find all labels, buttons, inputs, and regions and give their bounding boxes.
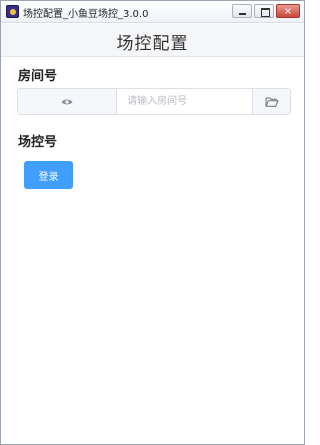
toggle-visibility-button[interactable] <box>18 89 118 114</box>
maximize-icon <box>255 5 273 17</box>
close-icon: × <box>283 6 293 17</box>
app-window: 场控配置_小鱼豆场控_3.0.0 × 场控配置 房间号 请输入房间号 场控号 登… <box>0 0 305 445</box>
room-number-input[interactable] <box>117 89 253 114</box>
close-button[interactable]: × <box>276 4 300 18</box>
window-controls: × <box>232 4 300 18</box>
room-number-input-group <box>17 88 291 115</box>
login-button[interactable]: 登录 <box>24 161 73 189</box>
minimize-button[interactable] <box>232 4 252 18</box>
page-header: 场控配置 <box>1 24 304 57</box>
room-number-label: 房间号 <box>18 69 58 84</box>
control-number-label: 场控号 <box>18 135 58 150</box>
title-bar[interactable]: 场控配置_小鱼豆场控_3.0.0 × <box>1 1 304 23</box>
page-title: 场控配置 <box>116 34 189 54</box>
minimize-icon <box>233 5 251 17</box>
app-icon <box>6 5 19 18</box>
folder-open-icon <box>265 97 279 107</box>
window-title: 场控配置_小鱼豆场控_3.0.0 <box>23 9 149 20</box>
open-folder-button[interactable] <box>252 89 290 114</box>
maximize-button[interactable] <box>254 4 274 18</box>
eye-icon <box>61 99 73 104</box>
